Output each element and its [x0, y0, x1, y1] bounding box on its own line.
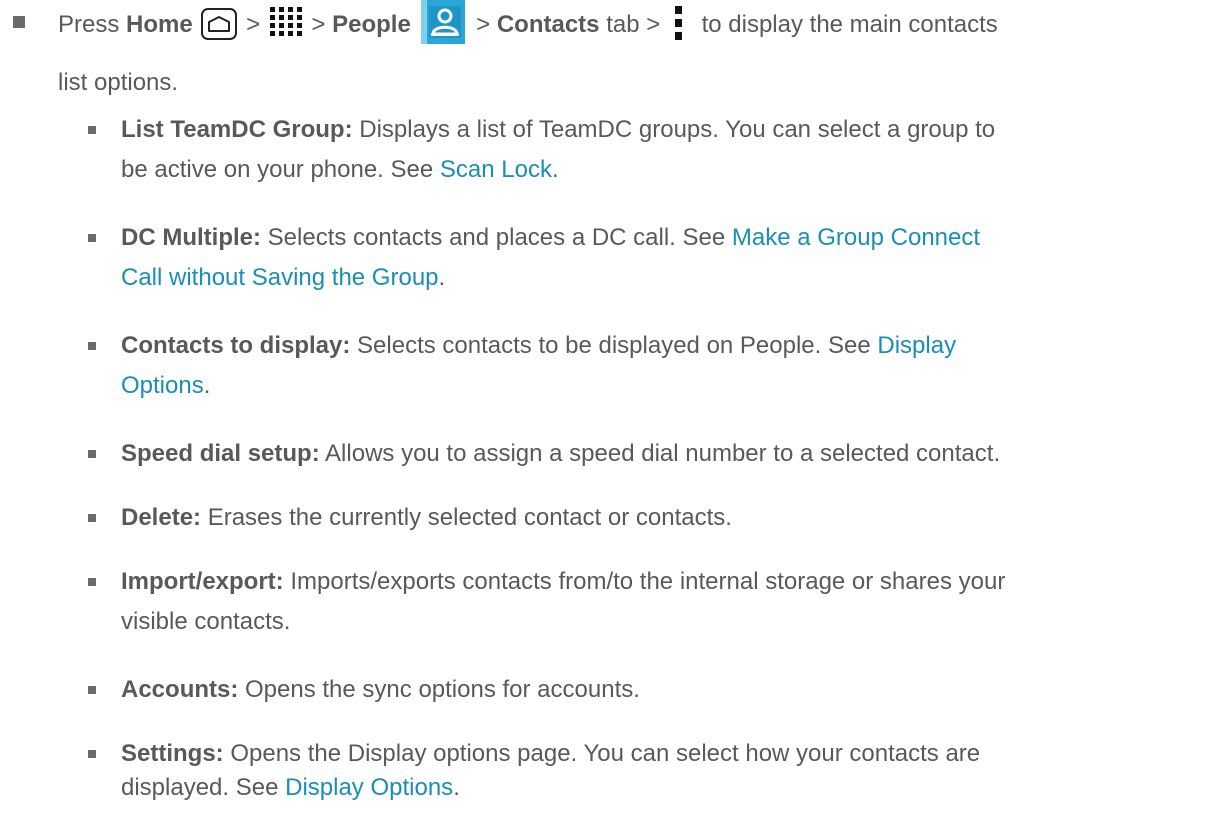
item-text: Selects contacts and places a DC call. S… [260, 224, 732, 251]
list-item: Delete: Erases the currently selected co… [86, 498, 1201, 538]
main-step-line2: list options. [58, 69, 179, 96]
item-text: . [203, 372, 211, 399]
display-tail-text: to display the main contacts [701, 11, 998, 38]
item-text: . [453, 774, 460, 801]
item-text: Selects contacts to be displayed on Peop… [350, 332, 878, 359]
list-item: Settings: Opens the Display options page… [86, 734, 1201, 808]
bullet-marker [88, 514, 96, 522]
overflow-menu-icon [674, 6, 683, 53]
bullet-marker [88, 126, 96, 134]
scan-lock-link[interactable]: Scan Lock [440, 156, 552, 183]
item-title: DC Multiple: [121, 224, 261, 251]
bullet-marker [13, 16, 25, 28]
main-step-text: Press Home > > People > Contacts tab > t… [58, 0, 1200, 103]
list-item: Accounts: Opens the sync options for acc… [86, 670, 1201, 710]
separator: > [311, 11, 326, 38]
item-title: Contacts to display: [121, 332, 351, 359]
item-title: Settings: [121, 740, 224, 767]
item-text: Allows you to assign a speed dial number… [319, 440, 1001, 467]
list-item: List TeamDC Group: Displays a list of Te… [86, 110, 1201, 190]
press-text: Press [58, 11, 120, 38]
tab-text: tab > [606, 11, 661, 38]
item-text: Opens the sync options for accounts. [238, 676, 640, 703]
group-connect-link-cont[interactable]: Call without Saving the Group [121, 264, 439, 291]
item-text: displayed. See [121, 774, 286, 801]
people-label: People [332, 11, 411, 38]
list-item: Speed dial setup: Allows you to assign a… [86, 434, 1201, 474]
item-text: Imports/exports contacts from/to the int… [283, 568, 1006, 595]
display-options-link[interactable]: Display [877, 332, 956, 359]
bullet-marker [88, 234, 96, 242]
separator: > [246, 11, 261, 38]
item-text: . [551, 156, 559, 183]
bullet-marker [88, 450, 96, 458]
apps-grid-icon [269, 6, 303, 51]
item-title: List TeamDC Group: [121, 116, 353, 143]
people-app-icon [421, 0, 466, 44]
home-label: Home [126, 11, 193, 38]
item-text: Displays a list of TeamDC groups. You ca… [352, 116, 996, 143]
item-title: Speed dial setup: [121, 440, 320, 467]
contacts-label: Contacts [496, 11, 600, 38]
list-item: Import/export: Imports/exports contacts … [86, 562, 1201, 642]
bullet-marker [88, 578, 96, 586]
group-connect-link[interactable]: Make a Group Connect [732, 224, 980, 251]
item-text: visible contacts. [121, 608, 291, 635]
list-item: DC Multiple: Selects contacts and places… [86, 218, 1201, 298]
bullet-marker [88, 342, 96, 350]
item-text: . [438, 264, 446, 291]
item-title: Accounts: [121, 676, 239, 703]
separator: > [476, 11, 491, 38]
list-item: Contacts to display: Selects contacts to… [86, 326, 1201, 406]
bullet-marker [88, 686, 96, 694]
item-text: Erases the currently selected contact or… [201, 504, 732, 531]
home-icon [201, 8, 238, 40]
item-text: be active on your phone. See [121, 156, 440, 183]
bullet-marker [88, 750, 96, 758]
display-options-link-cont[interactable]: Options [121, 372, 204, 399]
main-step: Press Home > > People > Contacts tab > t… [10, 0, 1200, 103]
item-text: Opens the Display options page. You can … [223, 740, 981, 767]
item-title: Import/export: [121, 568, 284, 595]
display-options-link[interactable]: Display Options [285, 774, 453, 801]
item-title: Delete: [121, 504, 202, 531]
